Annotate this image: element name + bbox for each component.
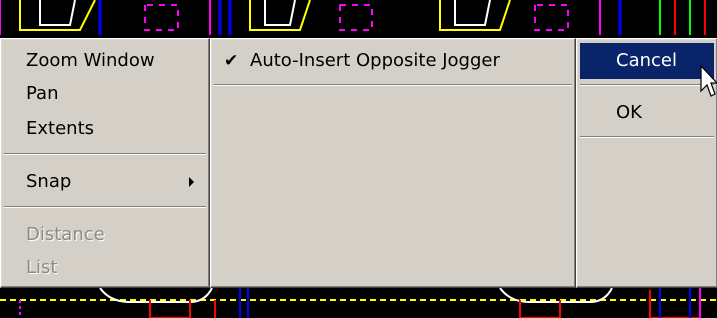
menu-item-label: Distance	[26, 224, 105, 245]
menu-item-snap[interactable]: Snap	[4, 164, 206, 200]
context-menu-left: Zoom Window Pan Extents Snap Distance Li…	[0, 38, 210, 288]
menu-item-label: List	[26, 257, 58, 278]
menu-item-label: Snap	[26, 171, 72, 192]
menu-separator	[4, 153, 206, 155]
mouse-pointer-icon	[700, 65, 717, 97]
menu-item-ok[interactable]: OK	[580, 95, 714, 131]
menu-item-cancel[interactable]: Cancel	[580, 43, 714, 79]
context-menu-middle: ✔ Auto-Insert Opposite Jogger	[210, 38, 576, 288]
menu-item-distance: Distance	[4, 217, 206, 253]
menu-item-label: Pan	[26, 83, 59, 104]
menu-item-label: Auto-Insert Opposite Jogger	[250, 50, 500, 71]
menu-item-extents[interactable]: Extents	[4, 111, 206, 147]
menu-item-label: Extents	[26, 118, 95, 139]
menu-separator	[580, 136, 714, 138]
menu-separator	[214, 84, 572, 86]
menu-item-pan[interactable]: Pan	[4, 76, 206, 112]
menu-separator	[580, 84, 714, 86]
menu-item-auto-insert-opposite-jogger[interactable]: ✔ Auto-Insert Opposite Jogger	[214, 43, 572, 79]
submenu-arrow-icon	[189, 177, 194, 187]
menu-item-label: Zoom Window	[26, 50, 155, 71]
menu-item-zoom-window[interactable]: Zoom Window	[4, 43, 206, 79]
context-menu-right: Cancel OK	[576, 38, 717, 288]
checkmark-icon: ✔	[224, 51, 239, 71]
menu-item-label: OK	[616, 102, 642, 123]
menu-item-list: List	[4, 250, 206, 286]
menu-item-label: Cancel	[616, 50, 677, 71]
menu-separator	[4, 206, 206, 208]
